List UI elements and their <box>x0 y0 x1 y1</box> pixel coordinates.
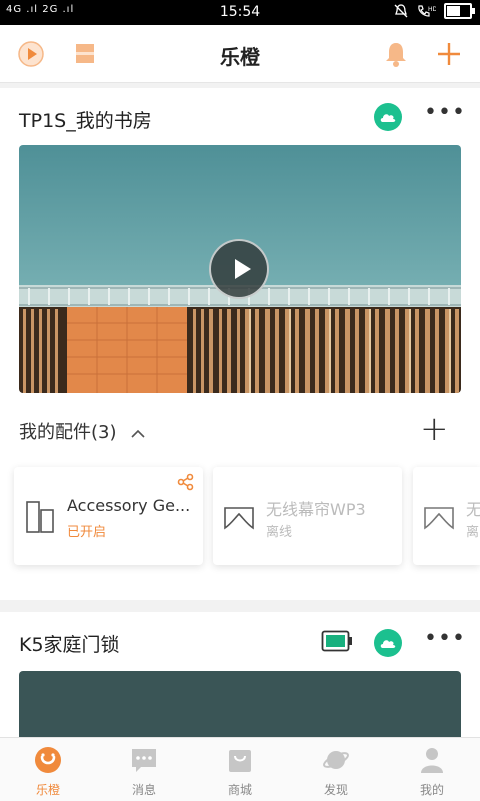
svg-text:HD: HD <box>428 6 436 13</box>
play-button[interactable] <box>209 239 269 299</box>
battery-status-icon <box>321 630 352 652</box>
add-icon[interactable] <box>434 39 464 69</box>
tab-label: 我的 <box>419 783 444 797</box>
accessory-status: 已开启 <box>67 525 107 540</box>
planet-icon <box>323 751 349 769</box>
curtain-sensor-icon <box>224 507 254 530</box>
tab-label: 商城 <box>227 783 252 797</box>
sensor-device-icon <box>26 501 54 533</box>
user-icon <box>421 748 443 773</box>
status-bar: 4G .ıl 2G .ıl 15:54 HD <box>0 0 480 25</box>
accessories-header[interactable]: 我的配件(3) <box>19 418 146 444</box>
more-options-button[interactable]: ••• <box>424 100 466 125</box>
cloud-storage-badge[interactable] <box>374 103 402 131</box>
tab-discover[interactable]: 发现 <box>288 738 384 801</box>
tab-label: 消息 <box>131 783 156 797</box>
tab-lecheng[interactable]: 乐橙 <box>0 738 96 801</box>
cloud-icon <box>380 114 396 122</box>
chevron-up-icon[interactable] <box>130 428 146 438</box>
tab-label: 发现 <box>323 783 348 797</box>
battery-icon <box>444 3 475 19</box>
accessory-name: Accessory Ge... <box>67 496 191 515</box>
mute-icon <box>394 4 408 18</box>
accessory-name: 无线幕帘WP3 <box>266 500 366 519</box>
accessory-card[interactable]: 无线幕帘WP3 离线 <box>213 467 402 565</box>
accessory-status: 离 <box>466 525 480 540</box>
accessory-card[interactable]: Accessory Ge... 已开启 <box>14 467 203 565</box>
video-preview[interactable] <box>19 145 461 393</box>
tab-label: 乐橙 <box>35 783 60 797</box>
curtain-sensor-icon <box>424 507 454 530</box>
accessories-title: 我的配件(3) <box>19 422 117 443</box>
accessory-status: 离线 <box>266 525 293 540</box>
tab-messages[interactable]: 消息 <box>96 738 192 801</box>
accessory-name: 无 <box>466 500 480 519</box>
accessory-card[interactable]: 无 离 <box>413 467 480 565</box>
tab-shop[interactable]: 商城 <box>192 738 288 801</box>
message-icon <box>132 749 156 772</box>
bottom-tab-bar: 乐橙 消息 商城 发现 我的 <box>0 737 480 801</box>
shopping-bag-icon <box>229 750 251 772</box>
video-preview[interactable] <box>19 671 461 737</box>
cloud-icon <box>380 640 396 648</box>
tab-profile[interactable]: 我的 <box>384 738 480 801</box>
device-name[interactable]: TP1S_我的书房 <box>19 106 152 133</box>
lecheng-home-icon <box>35 747 61 773</box>
device-name[interactable]: K5家庭门锁 <box>19 630 120 657</box>
status-icons: HD <box>394 3 475 19</box>
hd-call-icon: HD <box>418 5 436 17</box>
add-accessory-button[interactable]: + <box>420 412 449 446</box>
title-bar: 乐橙 <box>0 25 480 83</box>
share-icon[interactable] <box>177 473 195 491</box>
more-options-button[interactable]: ••• <box>424 626 466 651</box>
device-card: K5家庭门锁 ••• <box>0 612 480 737</box>
bell-icon[interactable] <box>381 39 411 69</box>
cloud-storage-badge[interactable] <box>374 629 402 657</box>
